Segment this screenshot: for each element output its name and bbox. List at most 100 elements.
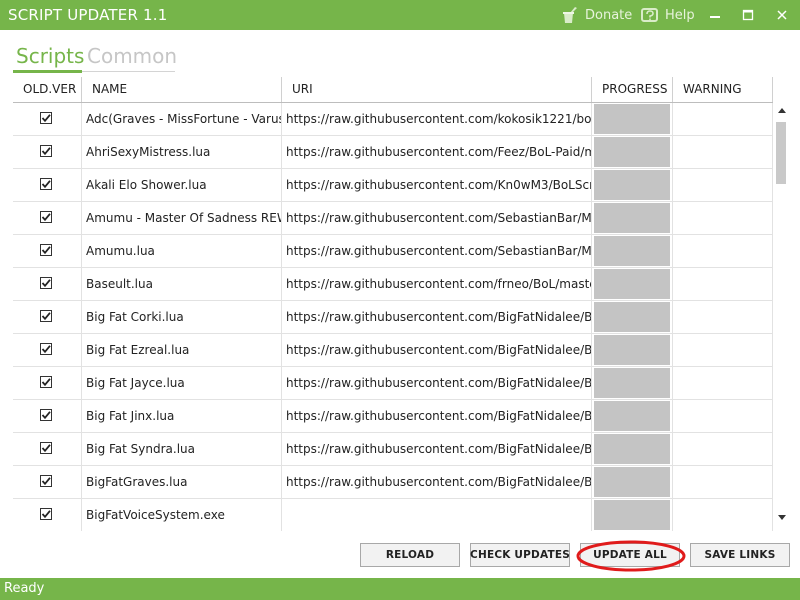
uri-cell: https://raw.githubusercontent.com/BigFat… (282, 367, 592, 399)
checkmark-icon (41, 246, 51, 255)
reload-button[interactable]: RELOAD (360, 543, 460, 567)
checkmark-icon (41, 411, 51, 420)
warning-cell (673, 400, 773, 432)
tab-common[interactable]: Common (87, 44, 177, 68)
old-ver-cell (13, 202, 82, 234)
save-links-button[interactable]: SAVE LINKS (690, 543, 790, 567)
table-row[interactable]: Baseult.lua https://raw.githubusercontent… (13, 268, 773, 301)
table-row[interactable]: Akali Elo Shower.lua https://raw.githubus… (13, 169, 773, 202)
uri-cell: https://raw.githubusercontent.com/kokosi… (282, 103, 592, 135)
table-row[interactable]: Big Fat Jinx.lua https://raw.githubuserco… (13, 400, 773, 433)
old-ver-cell (13, 499, 82, 531)
old-ver-checkbox[interactable] (40, 244, 52, 256)
checkmark-icon (41, 378, 51, 387)
uri-cell: https://raw.githubusercontent.com/Sebast… (282, 202, 592, 234)
old-ver-cell (13, 466, 82, 498)
old-ver-checkbox[interactable] (40, 211, 52, 223)
name-cell: Baseult.lua (82, 268, 282, 300)
scroll-up-arrow-icon[interactable] (773, 106, 790, 116)
column-header-old-ver[interactable]: OLD.VER (13, 77, 82, 102)
progress-cell (592, 499, 673, 531)
warning-cell (673, 169, 773, 201)
progress-bar (594, 269, 670, 299)
uri-cell: https://raw.githubusercontent.com/BigFat… (282, 334, 592, 366)
scrollbar-thumb[interactable] (776, 122, 786, 184)
old-ver-cell (13, 400, 82, 432)
old-ver-cell (13, 268, 82, 300)
uri-cell: https://raw.githubusercontent.com/BigFat… (282, 301, 592, 333)
progress-cell (592, 235, 673, 267)
old-ver-checkbox[interactable] (40, 475, 52, 487)
checkmark-icon (41, 510, 51, 519)
maximize-button[interactable] (733, 0, 763, 30)
old-ver-checkbox[interactable] (40, 310, 52, 322)
minimize-button[interactable] (700, 0, 730, 30)
tab-scripts[interactable]: Scripts (16, 44, 84, 68)
checkmark-icon (41, 147, 51, 156)
donate-link[interactable]: Donate (560, 0, 632, 30)
progress-cell (592, 334, 673, 366)
progress-cell (592, 202, 673, 234)
warning-cell (673, 202, 773, 234)
scroll-down-arrow-icon[interactable] (773, 514, 790, 524)
old-ver-checkbox[interactable] (40, 145, 52, 157)
old-ver-checkbox[interactable] (40, 112, 52, 124)
close-icon (776, 6, 788, 25)
table-header: OLD.VER NAME URI PROGRESS WARNING (13, 77, 773, 103)
uri-cell: https://raw.githubusercontent.com/Kn0wM3… (282, 169, 592, 201)
warning-cell (673, 235, 773, 267)
old-ver-checkbox[interactable] (40, 277, 52, 289)
help-link[interactable]: Help (640, 0, 695, 30)
table-row[interactable]: Big Fat Ezreal.lua https://raw.githubuser… (13, 334, 773, 367)
checkmark-icon (41, 279, 51, 288)
table-row[interactable]: BigFatGraves.lua https://raw.githubuserco… (13, 466, 773, 499)
table-row[interactable]: BigFatVoiceSystem.exe (13, 499, 773, 531)
progress-bar (594, 302, 670, 332)
old-ver-checkbox[interactable] (40, 409, 52, 421)
column-header-name[interactable]: NAME (82, 77, 282, 102)
progress-bar (594, 335, 670, 365)
checkmark-icon (41, 444, 51, 453)
progress-cell (592, 400, 673, 432)
warning-cell (673, 268, 773, 300)
progress-bar (594, 137, 670, 167)
table-row[interactable]: AhriSexyMistress.lua https://raw.githubus… (13, 136, 773, 169)
old-ver-cell (13, 334, 82, 366)
table-row[interactable]: Amumu.lua https://raw.githubusercontent.c… (13, 235, 773, 268)
name-cell: BigFatGraves.lua (82, 466, 282, 498)
close-button[interactable] (767, 0, 797, 30)
name-cell: Big Fat Corki.lua (82, 301, 282, 333)
warning-cell (673, 367, 773, 399)
progress-bar (594, 401, 670, 431)
uri-cell: https://raw.githubusercontent.com/Feez/B… (282, 136, 592, 168)
old-ver-checkbox[interactable] (40, 343, 52, 355)
old-ver-checkbox[interactable] (40, 442, 52, 454)
table-row[interactable]: Amumu - Master Of Sadness REWORhttps://r… (13, 202, 773, 235)
check-updates-button[interactable]: CHECK UPDATES (470, 543, 570, 567)
warning-cell (673, 466, 773, 498)
uri-cell: https://raw.githubusercontent.com/BigFat… (282, 433, 592, 465)
checkmark-icon (41, 477, 51, 486)
progress-bar (594, 104, 670, 134)
old-ver-checkbox[interactable] (40, 508, 52, 520)
column-header-progress[interactable]: PROGRESS (592, 77, 673, 102)
old-ver-cell (13, 235, 82, 267)
vertical-scrollbar[interactable] (773, 102, 790, 531)
progress-bar (594, 500, 670, 530)
old-ver-checkbox[interactable] (40, 376, 52, 388)
column-header-warning[interactable]: WARNING (673, 77, 773, 102)
column-header-uri[interactable]: URI (282, 77, 592, 102)
name-cell: Big Fat Jinx.lua (82, 400, 282, 432)
table-row[interactable]: Big Fat Jayce.lua https://raw.githubuserc… (13, 367, 773, 400)
table-row[interactable]: Big Fat Syndra.lua https://raw.githubuser… (13, 433, 773, 466)
old-ver-cell (13, 367, 82, 399)
table-row[interactable]: Big Fat Corki.lua https://raw.githubuserc… (13, 301, 773, 334)
table-row[interactable]: Adc(Graves - MissFortune - Varus).luhttp… (13, 103, 773, 136)
old-ver-checkbox[interactable] (40, 178, 52, 190)
name-cell: Akali Elo Shower.lua (82, 169, 282, 201)
app-title: SCRIPT UPDATER 1.1 (8, 6, 168, 24)
warning-cell (673, 499, 773, 531)
help-label: Help (665, 7, 695, 23)
old-ver-cell (13, 136, 82, 168)
maximize-icon (742, 6, 754, 25)
